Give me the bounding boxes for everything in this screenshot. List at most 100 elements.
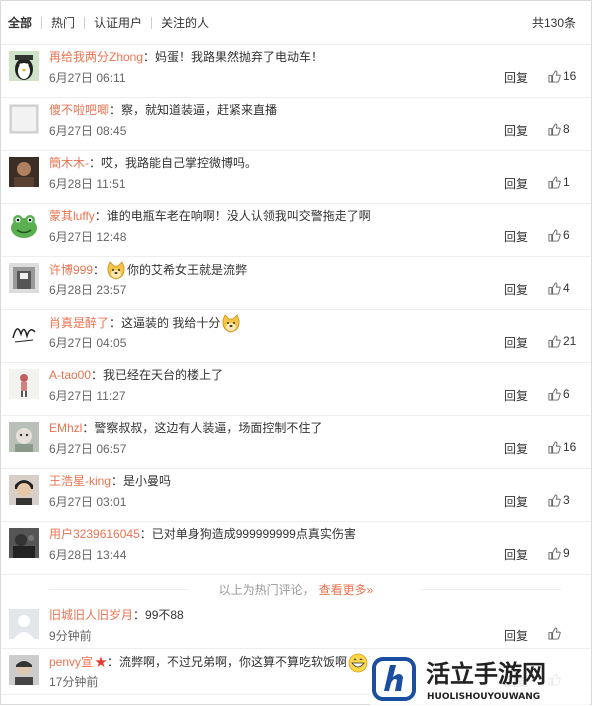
reply-button[interactable]: 回复 — [504, 629, 528, 643]
comment-time: 6月27日 08:45 — [49, 124, 127, 138]
doge-emoji-icon — [107, 261, 125, 280]
like-button[interactable]: 8 — [548, 122, 570, 136]
comment-content: EMhzl：警察叔叔，这边有人装逼，场面控制不住了 — [49, 420, 581, 436]
avatar-image — [9, 528, 39, 558]
username-link[interactable]: 王浩星-king — [49, 474, 111, 488]
avatar[interactable] — [9, 528, 39, 558]
comment-text: ：我已经在天台的楼上了 — [91, 368, 224, 382]
username-link[interactable]: 再给我两分Zhong — [49, 50, 143, 64]
comment-row: 肖真是醉了：这逼装的 我给十分 6月27日 04:05 回复 21 — [1, 310, 591, 363]
thumbs-up-icon — [548, 440, 561, 454]
comment-text: ：这逼装的 我给十分 — [109, 316, 221, 331]
tab-all[interactable]: 全部 — [8, 17, 41, 29]
tab-following[interactable]: 关注的人 — [152, 17, 218, 29]
avatar[interactable] — [9, 655, 39, 685]
thumbs-up-icon — [548, 387, 561, 401]
avatar[interactable] — [9, 475, 39, 505]
comment-content: 用户3239616045：已对单身狗造成999999999点真实伤害 — [49, 526, 581, 542]
username-link[interactable]: 旧城旧人旧岁月 — [49, 608, 133, 622]
like-button[interactable]: 6 — [548, 387, 570, 401]
username-link[interactable]: 簡木木- — [49, 156, 89, 170]
reply-button[interactable]: 回复 — [504, 442, 528, 456]
username-link[interactable]: 用户3239616045 — [49, 527, 140, 541]
divider-line — [49, 589, 189, 590]
doge-emoji-icon — [222, 314, 240, 333]
comment-text: ： — [93, 263, 106, 278]
comment-content: 肖真是醉了：这逼装的 我给十分 — [49, 314, 581, 334]
reply-button[interactable]: 回复 — [504, 389, 528, 403]
like-button[interactable]: 3 — [548, 493, 570, 507]
like-count: 8 — [563, 122, 570, 136]
comment-time: 17分钟前 — [49, 675, 99, 689]
username-link[interactable]: 蒙其luffy — [49, 209, 95, 223]
like-button[interactable] — [548, 627, 563, 640]
like-count: 16 — [563, 440, 577, 454]
reply-button[interactable]: 回复 — [504, 336, 528, 350]
comment-time: 6月27日 06:11 — [49, 71, 126, 85]
like-button[interactable]: 9 — [548, 546, 570, 560]
see-more-link[interactable]: 查看更多» — [319, 581, 374, 598]
username-link[interactable]: 傻不啦吧唧 — [49, 103, 109, 117]
svg-text:HUOLISHOUYOUWANG: HUOLISHOUYOUWANG — [427, 692, 540, 702]
like-count: 9 — [563, 546, 570, 560]
comment-text: ：流弊啊，不过兄弟啊，你这算不算吃软饭啊 — [107, 655, 348, 670]
like-button[interactable]: 4 — [548, 281, 570, 295]
avatar[interactable] — [9, 316, 39, 346]
reply-button[interactable]: 回复 — [504, 71, 528, 85]
avatar[interactable] — [9, 157, 39, 187]
avatar[interactable] — [9, 263, 39, 293]
username-link[interactable]: 许博999 — [49, 263, 93, 277]
like-count: 16 — [563, 69, 577, 83]
comment-row: 蒙其luffy：谁的电瓶车老在响啊！没人认领我叫交警拖走了啊 6月27日 12:4… — [1, 204, 591, 257]
divider-line — [421, 589, 561, 590]
username-link[interactable]: penvy宣 — [49, 655, 93, 669]
thumbs-up-icon — [548, 546, 561, 560]
grin-emoji-icon — [348, 653, 368, 673]
comment-row: 许博999： 你的艾希女王就是流弊 6月28日 23:57 回复 4 — [1, 257, 591, 310]
like-button[interactable]: 21 — [548, 334, 576, 348]
comment-text: ：妈蛋！我路果然抛弃了电动车！ — [143, 50, 324, 64]
reply-button[interactable]: 回复 — [504, 548, 528, 562]
avatar[interactable] — [9, 104, 39, 134]
reply-button[interactable]: 回复 — [504, 230, 528, 244]
username-link[interactable]: EMhzl — [49, 421, 82, 435]
comment-row: 再给我两分Zhong：妈蛋！我路果然抛弃了电动车！ 6月27日 06:11 回复 16 — [1, 45, 591, 98]
comment-time: 6月27日 03:01 — [49, 495, 127, 509]
like-button[interactable]: 16 — [548, 440, 576, 454]
like-button[interactable]: 1 — [548, 175, 570, 189]
reply-button[interactable]: 回复 — [504, 177, 528, 191]
avatar-image — [9, 609, 39, 639]
comment-text: ：哎，我路能自己掌控微博吗。 — [89, 156, 258, 170]
username-link[interactable]: A-tao00 — [49, 368, 91, 382]
avatar[interactable] — [9, 210, 39, 240]
reply-button[interactable]: 回复 — [504, 283, 528, 297]
tab-hot[interactable]: 热门 — [42, 17, 84, 29]
comment-row: 簡木木-：哎，我路能自己掌控微博吗。 6月28日 11:51 回复 1 — [1, 151, 591, 204]
hot-comments-divider: 以上为热门评论， 查看更多» — [1, 575, 591, 603]
avatar[interactable] — [9, 369, 39, 399]
avatar-image — [9, 104, 39, 134]
like-button[interactable]: 6 — [548, 228, 570, 242]
reply-button[interactable]: 回复 — [504, 124, 528, 138]
comment-text: ：是小曼吗 — [111, 474, 172, 488]
comment-row: 王浩星-king：是小曼吗 6月27日 03:01 回复 3 — [1, 469, 591, 522]
username-link[interactable]: 肖真是醉了 — [49, 316, 109, 330]
comment-content: 许博999： 你的艾希女王就是流弊 — [49, 261, 581, 281]
avatar[interactable] — [9, 422, 39, 452]
thumbs-up-icon — [548, 69, 561, 83]
avatar[interactable] — [9, 51, 39, 81]
comment-text-continued: 你的艾希女王就是流弊 — [127, 263, 248, 278]
like-count: 6 — [563, 387, 570, 401]
reply-button[interactable]: 回复 — [504, 495, 528, 509]
comment-row: EMhzl：警察叔叔，这边有人装逼，场面控制不住了 6月27日 06:57 回复 16 — [1, 416, 591, 469]
avatar-image — [9, 422, 39, 452]
avatar[interactable] — [9, 609, 39, 639]
comment-time: 6月28日 13:44 — [49, 548, 127, 562]
like-button[interactable]: 16 — [548, 69, 576, 83]
thumbs-up-icon — [548, 627, 561, 640]
tab-verified[interactable]: 认证用户 — [85, 17, 151, 29]
comment-count: 共130条 — [531, 16, 576, 30]
comment-content: 王浩星-king：是小曼吗 — [49, 473, 581, 489]
comment-row: A-tao00：我已经在天台的楼上了 6月27日 11:27 回复 6 — [1, 363, 591, 416]
comment-time: 6月27日 12:48 — [49, 230, 127, 244]
